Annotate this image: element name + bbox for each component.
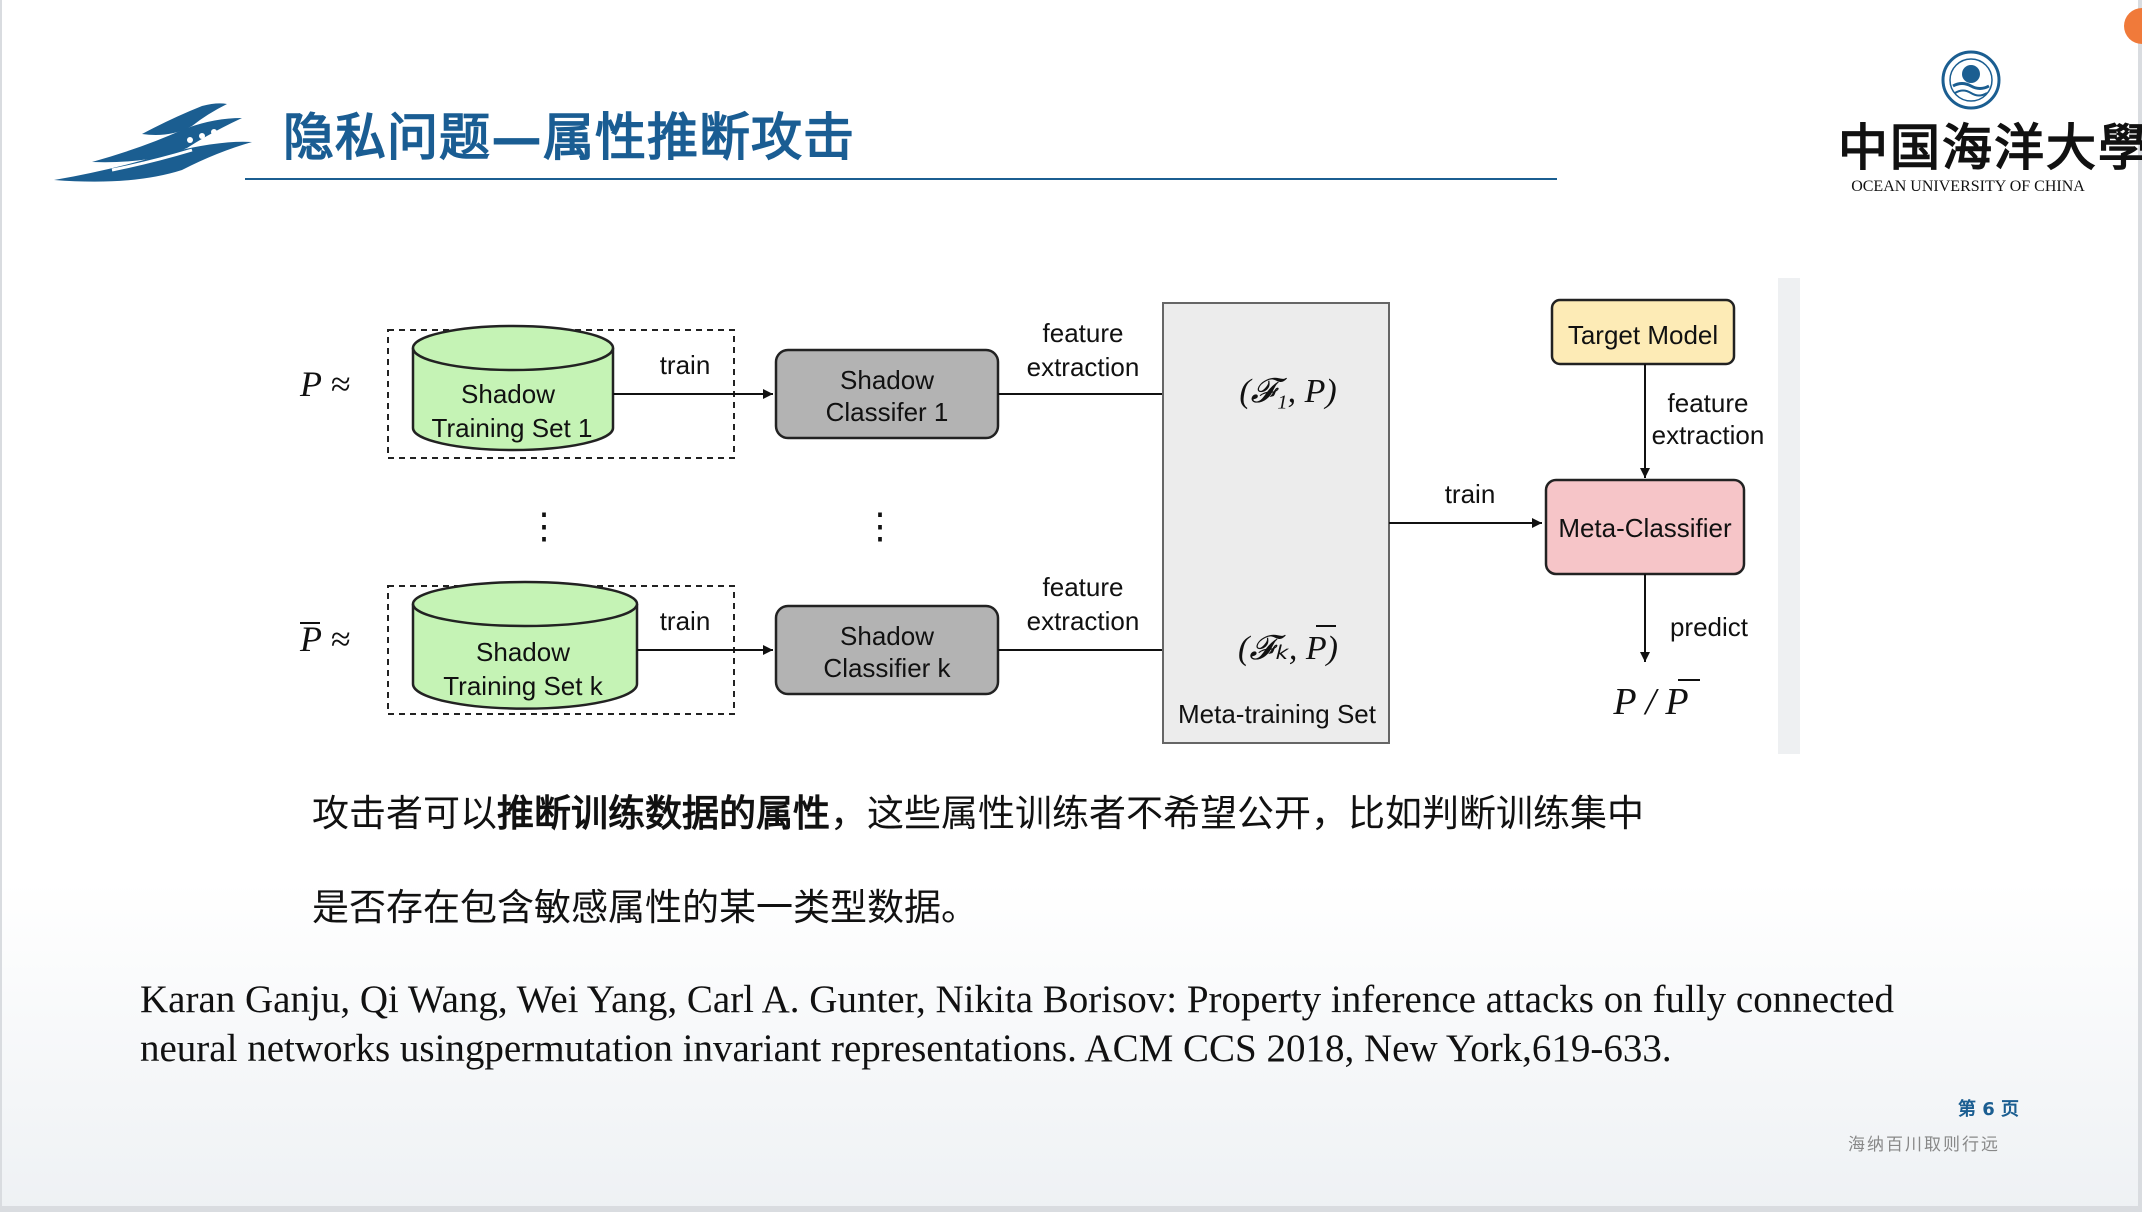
target-feature-label-a: feature — [1668, 388, 1749, 418]
feature-label-ka: feature — [1043, 572, 1124, 602]
page-number: 第 6 页 — [1958, 1099, 2020, 1120]
university-name-en: OCEAN UNIVERSITY OF CHINA — [1851, 178, 2085, 195]
feature-label-kb: extraction — [1027, 606, 1140, 636]
title-underline — [245, 178, 1557, 180]
meta-classifier-label: Meta-Classifier — [1558, 513, 1732, 543]
classifierk-label-1: Shadow — [840, 621, 934, 651]
frame-right-edge — [2138, 0, 2142, 1212]
classifier1-label-1: Shadow — [840, 365, 934, 395]
attack-diagram: P ≈ P ≈ Shadow Training Set 1 train Shad… — [299, 278, 1800, 754]
university-motto: 海纳百川取则行远 — [1848, 1135, 2000, 1155]
meta-training-set-box — [1162, 302, 1390, 744]
slide-title: 隐私问题—属性推断攻击 — [283, 109, 856, 168]
body-line-1-prefix: 攻击者可以 — [312, 792, 497, 835]
university-logo: 中国海洋大學 OCEAN UNIVERSITY OF CHINA — [1838, 50, 2142, 200]
train-label-1: train — [660, 350, 711, 380]
meta-training-set-label: Meta-training Set — [1178, 699, 1377, 729]
classifierk-label-2: Classifier k — [823, 653, 951, 683]
feature-vector-1: (𝓕₁, P) — [1239, 373, 1336, 410]
dots-datasets: ⋮ — [526, 505, 562, 546]
body-line-2: 是否存在包含敏感属性的某一类型数据。 — [312, 886, 978, 929]
feature-vector-k: (𝓕ₖ, P) — [1238, 630, 1338, 667]
body-line-1-suffix: ，这些属性训练者不希望公开，比如判断训练集中 — [830, 792, 1644, 835]
ship-logo-icon — [54, 103, 252, 182]
datasetk-label-1: Shadow — [476, 637, 570, 667]
train-label-k: train — [660, 606, 711, 636]
citation-line-1: Karan Ganju, Qi Wang, Wei Yang, Carl A. … — [140, 978, 1894, 1021]
frame-bottom-edge — [0, 1206, 2142, 1212]
body-line-1: 攻击者可以推断训练数据的属性，这些属性训练者不希望公开，比如判断训练集中 — [312, 783, 1812, 837]
target-feature-label-b: extraction — [1652, 420, 1765, 450]
feature-label-1b: extraction — [1027, 352, 1140, 382]
target-model-label: Target Model — [1568, 320, 1718, 350]
dataset1-label-1: Shadow — [461, 379, 555, 409]
classifier1-label-2: Classifer 1 — [826, 397, 949, 427]
prediction-output: P / P — [1612, 681, 1688, 723]
university-name-cn: 中国海洋大學 — [1838, 118, 2142, 177]
citation-line-2: neural networks usingpermutation invaria… — [140, 1027, 1672, 1070]
predict-label: predict — [1670, 612, 1749, 642]
corner-badge-icon[interactable] — [2124, 8, 2142, 44]
body-line-1-bold: 推断训练数据的属性 — [497, 792, 830, 835]
citation: Karan Ganju, Qi Wang, Wei Yang, Carl A. … — [140, 975, 2040, 1073]
frame-left-edge — [0, 0, 2, 1212]
row1-label: P ≈ — [299, 364, 350, 404]
train-meta-label: train — [1445, 479, 1496, 509]
feature-label-1a: feature — [1043, 318, 1124, 348]
dots-classifiers: ⋮ — [862, 505, 898, 546]
university-emblem-icon — [1941, 50, 2001, 110]
dataset1-label-2: Training Set 1 — [432, 413, 593, 443]
row2-label: P ≈ — [299, 619, 350, 659]
datasetk-label-2: Training Set k — [443, 671, 603, 701]
